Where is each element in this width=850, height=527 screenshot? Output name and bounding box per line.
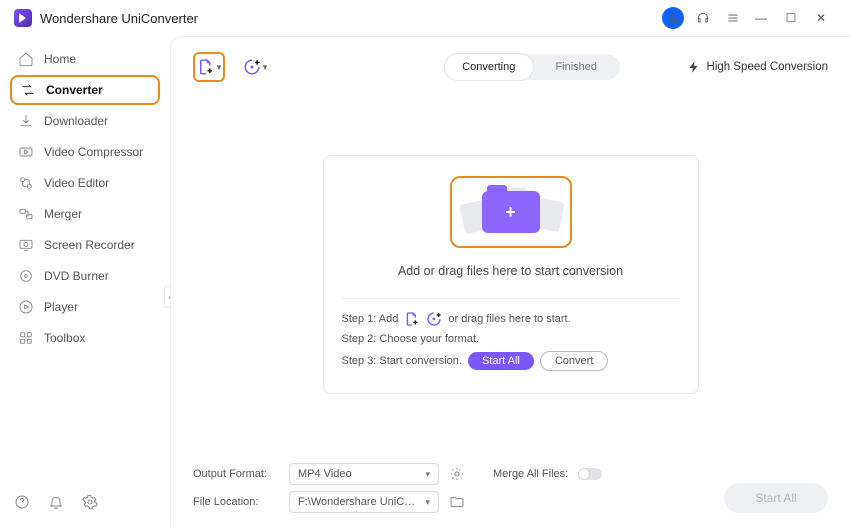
sidebar-item-label: Merger	[44, 207, 82, 221]
sidebar-item-label: DVD Burner	[44, 269, 109, 283]
sidebar-item-dvd[interactable]: DVD Burner	[10, 261, 160, 291]
sidebar-item-label: Toolbox	[44, 331, 85, 345]
add-file-button[interactable]: ▾	[193, 52, 225, 82]
app-logo-icon	[14, 9, 32, 27]
menu-icon[interactable]	[720, 5, 746, 31]
sidebar-item-compressor[interactable]: Video Compressor	[10, 137, 160, 167]
drop-text: Add or drag files here to start conversi…	[342, 264, 680, 278]
sidebar-item-label: Screen Recorder	[44, 238, 135, 252]
add-file-icon	[404, 311, 420, 327]
file-location-select[interactable]: F:\Wondershare UniConverter▾	[289, 491, 439, 513]
folder-plus-icon: +	[482, 191, 540, 233]
sidebar-item-label: Home	[44, 52, 76, 66]
titlebar: Wondershare UniConverter — ☐ ✕	[0, 0, 850, 36]
high-speed-label: High Speed Conversion	[707, 61, 828, 73]
maximize-button[interactable]: ☐	[776, 5, 806, 31]
settings-icon[interactable]	[82, 494, 98, 513]
open-folder-icon[interactable]	[449, 494, 465, 510]
sidebar-item-label: Downloader	[44, 114, 108, 128]
output-format-select[interactable]: MP4 Video▾	[289, 463, 439, 485]
minimize-button[interactable]: —	[746, 5, 776, 31]
merge-toggle[interactable]	[578, 468, 602, 480]
hint-start-all-button[interactable]: Start All	[468, 352, 534, 370]
toolbar: ▾ ▾ Converting Finished High Speed Conve…	[193, 49, 828, 85]
sidebar-item-editor[interactable]: Video Editor	[10, 168, 160, 198]
drop-panel: + Add or drag files here to start conver…	[323, 155, 699, 394]
high-speed-toggle[interactable]: High Speed Conversion	[687, 60, 828, 74]
step-3: Step 3: Start conversion. Start All Conv…	[342, 351, 680, 371]
tab-finished[interactable]: Finished	[533, 54, 621, 80]
start-all-button[interactable]: Start All	[724, 483, 828, 513]
sidebar-item-label: Player	[44, 300, 78, 314]
add-disc-button[interactable]: ▾	[239, 52, 271, 82]
file-location-label: File Location:	[193, 496, 279, 508]
sidebar-item-label: Converter	[46, 83, 103, 97]
content-area: ▾ ▾ Converting Finished High Speed Conve…	[170, 36, 850, 527]
steps-panel: Step 1: Add or drag files here to start.…	[342, 298, 680, 371]
merge-label: Merge All Files:	[493, 468, 568, 480]
output-format-label: Output Format:	[193, 468, 279, 480]
lightning-icon	[687, 60, 701, 74]
sidebar-item-label: Video Editor	[44, 176, 109, 190]
status-tabs: Converting Finished	[445, 54, 620, 80]
sidebar-item-player[interactable]: Player	[10, 292, 160, 322]
sidebar-item-home[interactable]: Home	[10, 44, 160, 74]
close-button[interactable]: ✕	[806, 5, 836, 31]
help-icon[interactable]	[14, 494, 30, 513]
drop-zone[interactable]: +	[450, 176, 572, 248]
app-title: Wondershare UniConverter	[40, 11, 198, 26]
step-2: Step 2: Choose your format.	[342, 333, 680, 345]
sidebar-item-label: Video Compressor	[44, 145, 143, 159]
sidebar-item-recorder[interactable]: Screen Recorder	[10, 230, 160, 260]
tab-converting[interactable]: Converting	[445, 54, 533, 80]
step-1: Step 1: Add or drag files here to start.	[342, 311, 680, 327]
headset-icon[interactable]	[690, 5, 716, 31]
hint-convert-button[interactable]: Convert	[540, 351, 609, 371]
notifications-icon[interactable]	[48, 494, 64, 513]
sidebar-item-converter[interactable]: Converter	[10, 75, 160, 105]
sidebar-item-downloader[interactable]: Downloader	[10, 106, 160, 136]
sidebar-item-toolbox[interactable]: Toolbox	[10, 323, 160, 353]
account-avatar[interactable]	[660, 5, 686, 31]
sidebar: Home Converter Downloader Video Compress…	[0, 36, 170, 527]
add-disc-icon	[426, 311, 442, 327]
sidebar-item-merger[interactable]: Merger	[10, 199, 160, 229]
format-settings-icon[interactable]	[449, 466, 465, 482]
